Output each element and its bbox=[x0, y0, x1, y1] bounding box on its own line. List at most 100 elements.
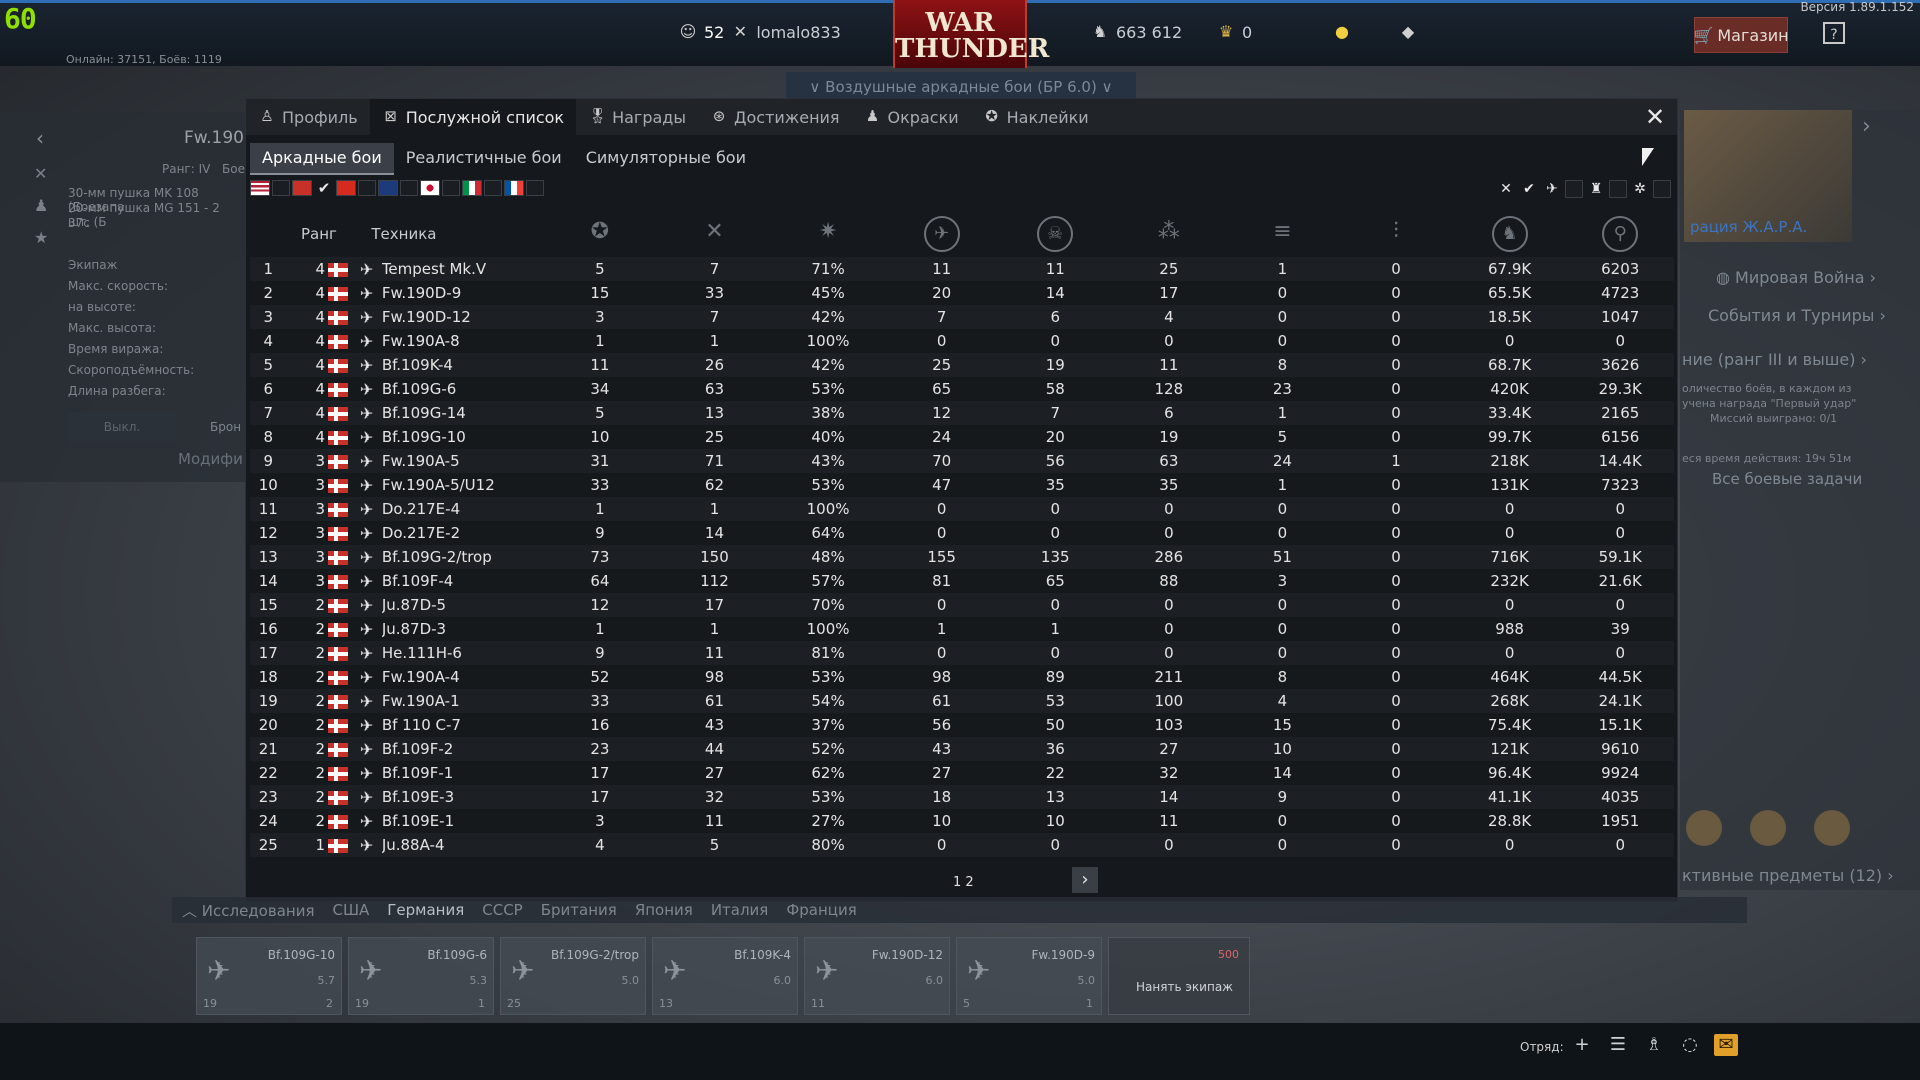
nation-tab-japan[interactable]: Япония bbox=[635, 901, 693, 919]
col-research-earned[interactable]: ⚲ bbox=[1566, 211, 1674, 257]
vehicle-slot[interactable]: ✈ Fw.190D-12 6.0 11 bbox=[804, 937, 950, 1015]
vehicle-slot[interactable]: ✈ Fw.190D-9 5.0 5 1 bbox=[956, 937, 1102, 1015]
table-row[interactable]: 17 2 ✈ He.111H-6 9 11 81% 0 0 0 0 0 0 0 bbox=[250, 641, 1674, 665]
table-row[interactable]: 18 2 ✈ Fw.190A-4 52 98 53% 98 89 211 8 0 464K 44.5K bbox=[250, 665, 1674, 689]
usa-flag-icon[interactable] bbox=[250, 180, 270, 196]
hire-crew-slot[interactable]: 500 Нанять экипаж bbox=[1108, 937, 1250, 1015]
prev-arrow-icon[interactable]: ‹ bbox=[36, 126, 44, 150]
medal-item-icon[interactable] bbox=[1686, 810, 1722, 846]
col-rank[interactable]: Ранг bbox=[287, 211, 352, 257]
bomber-checkbox[interactable] bbox=[1609, 180, 1627, 198]
col-battles[interactable]: ✕ bbox=[658, 211, 772, 257]
britain-checkbox[interactable] bbox=[400, 180, 418, 196]
armor-button[interactable]: Брон bbox=[210, 420, 241, 434]
table-row[interactable]: 4 4 ✈ Fw.190A-8 1 1 100% 0 0 0 0 0 0 0 bbox=[250, 329, 1674, 353]
ground-checkbox[interactable] bbox=[1653, 180, 1671, 198]
ussr-checkbox[interactable] bbox=[358, 180, 376, 196]
premium-button[interactable]: ◆ bbox=[1398, 22, 1418, 42]
japan-flag-icon[interactable] bbox=[420, 180, 440, 196]
toggle-off-button[interactable]: Выкл. bbox=[68, 412, 176, 442]
subtab-arcade[interactable]: Аркадные бои bbox=[250, 143, 394, 175]
chat-icon[interactable]: ◌ bbox=[1678, 1034, 1702, 1056]
table-row[interactable]: 23 2 ✈ Bf.109E-3 17 32 53% 18 13 14 9 0 41.1K 4035 bbox=[250, 785, 1674, 809]
nation-tab-germany[interactable]: Германия bbox=[387, 901, 464, 919]
france-checkbox[interactable] bbox=[526, 180, 544, 196]
table-row[interactable]: 11 3 ✈ Do.217E-4 1 1 100% 0 0 0 0 0 0 0 bbox=[250, 497, 1674, 521]
table-row[interactable]: 21 2 ✈ Bf.109F-2 23 44 52% 43 36 27 10 0 121K 9610 bbox=[250, 737, 1674, 761]
star-icon[interactable]: ★ bbox=[34, 228, 48, 247]
plus-icon[interactable]: + bbox=[1570, 1034, 1594, 1056]
table-row[interactable]: 6 4 ✈ Bf.109G-6 34 63 53% 65 58 128 23 0 420K 29.3K bbox=[250, 377, 1674, 401]
nation-tab-italy[interactable]: Италия bbox=[711, 901, 769, 919]
crew-icon[interactable]: ♟ bbox=[34, 196, 48, 215]
tab-decals[interactable]: ✪ Наклейки bbox=[971, 99, 1101, 135]
crossed-swords-icon[interactable]: ✕ bbox=[34, 164, 47, 183]
nation-tab-britain[interactable]: Британия bbox=[541, 901, 617, 919]
chevron-right-icon[interactable]: › bbox=[1862, 114, 1871, 139]
table-row[interactable]: 8 4 ✈ Bf.109G-10 10 25 40% 24 20 19 5 0 99.7K 6156 bbox=[250, 425, 1674, 449]
tab-achievements[interactable]: ⊛ Достижения bbox=[698, 99, 852, 135]
player-profile[interactable]: ☺ 52 ✕ lomalo833 bbox=[678, 22, 841, 42]
silver-lions[interactable]: ♞ 663 612 bbox=[1090, 22, 1182, 42]
shop-button[interactable]: 🛒 Магазин bbox=[1693, 17, 1789, 53]
table-row[interactable]: 2 4 ✈ Fw.190D-9 15 33 45% 20 14 17 0 0 65.5K 4723 bbox=[250, 281, 1674, 305]
table-row[interactable]: 15 2 ✈ Ju.87D-5 12 17 70% 0 0 0 0 0 0 0 bbox=[250, 593, 1674, 617]
col-ground-kills[interactable]: ≡ bbox=[1226, 211, 1340, 257]
table-row[interactable]: 7 4 ✈ Bf.109G-14 5 13 38% 12 7 6 1 0 33.4K 2165 bbox=[250, 401, 1674, 425]
italy-checkbox[interactable] bbox=[484, 180, 502, 196]
table-row[interactable]: 13 3 ✈ Bf.109G-2/trop 73 150 48% 155 135 286 51 0 71… bbox=[250, 545, 1674, 569]
tab-awards[interactable]: 🎖 Награды bbox=[576, 99, 698, 135]
modifications-label[interactable]: Модифи bbox=[178, 450, 243, 468]
japan-checkbox[interactable] bbox=[442, 180, 460, 196]
help-button[interactable]: ? bbox=[1823, 22, 1845, 44]
vehicle-slot[interactable]: ✈ Bf.109G-2/trop 5.0 25 bbox=[500, 937, 646, 1015]
col-win-rate[interactable]: ✷ bbox=[771, 211, 885, 257]
research-toggle[interactable]: ︿ Исследования bbox=[182, 900, 314, 921]
col-victories[interactable]: ✪ bbox=[542, 211, 658, 257]
table-row[interactable]: 12 3 ✈ Do.217E-2 9 14 64% 0 0 0 0 0 0 0 bbox=[250, 521, 1674, 545]
medal-item-icon[interactable] bbox=[1814, 810, 1850, 846]
list-icon[interactable]: ☰ bbox=[1606, 1034, 1630, 1056]
usa-checkbox[interactable] bbox=[272, 180, 290, 196]
hint-button[interactable]: ● bbox=[1332, 22, 1352, 42]
tab-profile[interactable]: ♙ Профиль bbox=[246, 99, 370, 135]
checkmark-icon[interactable]: ✔ bbox=[1519, 180, 1539, 198]
table-row[interactable]: 24 2 ✈ Bf.109E-1 3 11 27% 10 10 11 0 0 28.8K 1951 bbox=[250, 809, 1674, 833]
col-vehicle[interactable]: Техника bbox=[351, 211, 542, 257]
subtab-simulator[interactable]: Симуляторные бои bbox=[574, 143, 758, 173]
france-flag-icon[interactable] bbox=[504, 180, 524, 196]
nation-tab-france[interactable]: Франция bbox=[786, 901, 856, 919]
table-row[interactable]: 16 2 ✈ Ju.87D-3 1 1 100% 1 1 0 0 0 988 39 bbox=[250, 617, 1674, 641]
event-name[interactable]: рация Ж.А.Р.А. bbox=[1690, 218, 1807, 236]
vehicle-slot[interactable]: ✈ Bf.109G-10 5.7 19 2 bbox=[196, 937, 342, 1015]
task-title[interactable]: ние (ранг III и выше) › bbox=[1682, 350, 1867, 369]
ussr-flag-icon[interactable] bbox=[336, 180, 356, 196]
col-naval-kills[interactable]: ⫶ bbox=[1339, 211, 1453, 257]
bomber-icon[interactable]: ♜ bbox=[1586, 180, 1606, 198]
table-row[interactable]: 1 4 ✈ Tempest Mk.V 5 7 71% 11 11 25 1 0 67.9K 6203 bbox=[250, 257, 1674, 281]
col-deaths[interactable]: ☠ bbox=[998, 211, 1112, 257]
close-icon[interactable]: ✕ bbox=[1641, 103, 1669, 131]
fighter-icon[interactable]: ✕ bbox=[1496, 180, 1516, 198]
all-tasks-link[interactable]: Все боевые задачи bbox=[1712, 470, 1862, 488]
attacker-checkbox[interactable] bbox=[1565, 180, 1583, 198]
page-numbers[interactable]: 1 2 bbox=[953, 875, 974, 890]
golden-eagles[interactable]: ♛ 0 bbox=[1216, 22, 1252, 42]
checkmark-icon[interactable]: ✔ bbox=[314, 180, 334, 196]
germany-flag-icon[interactable] bbox=[292, 180, 312, 196]
table-row[interactable]: 22 2 ✈ Bf.109F-1 17 27 62% 27 22 32 14 0 96.4K 9924 bbox=[250, 761, 1674, 785]
table-row[interactable]: 5 4 ✈ Bf.109K-4 11 26 42% 25 19 11 8 0 68.7K 3626 bbox=[250, 353, 1674, 377]
table-row[interactable]: 19 2 ✈ Fw.190A-1 33 61 54% 61 53 100 4 0 268K 24.1K bbox=[250, 689, 1674, 713]
subtab-realistic[interactable]: Реалистичные бои bbox=[394, 143, 574, 173]
mail-icon[interactable]: ✉ bbox=[1714, 1034, 1738, 1056]
britain-flag-icon[interactable] bbox=[378, 180, 398, 196]
italy-flag-icon[interactable] bbox=[462, 180, 482, 196]
col-respawns[interactable]: ✈ bbox=[885, 211, 999, 257]
col-air-kills[interactable]: ⁂ bbox=[1112, 211, 1226, 257]
nation-tab-usa[interactable]: США bbox=[332, 901, 369, 919]
medal-item-icon[interactable] bbox=[1750, 810, 1786, 846]
table-row[interactable]: 25 1 ✈ Ju.88A-4 4 5 80% 0 0 0 0 0 0 0 bbox=[250, 833, 1674, 857]
table-row[interactable]: 20 2 ✈ Bf 110 C-7 16 43 37% 56 50 103 15 0 75.4K 15.1… bbox=[250, 713, 1674, 737]
ground-icon[interactable]: ✲ bbox=[1630, 180, 1650, 198]
events-link[interactable]: События и Турниры › bbox=[1708, 306, 1886, 325]
